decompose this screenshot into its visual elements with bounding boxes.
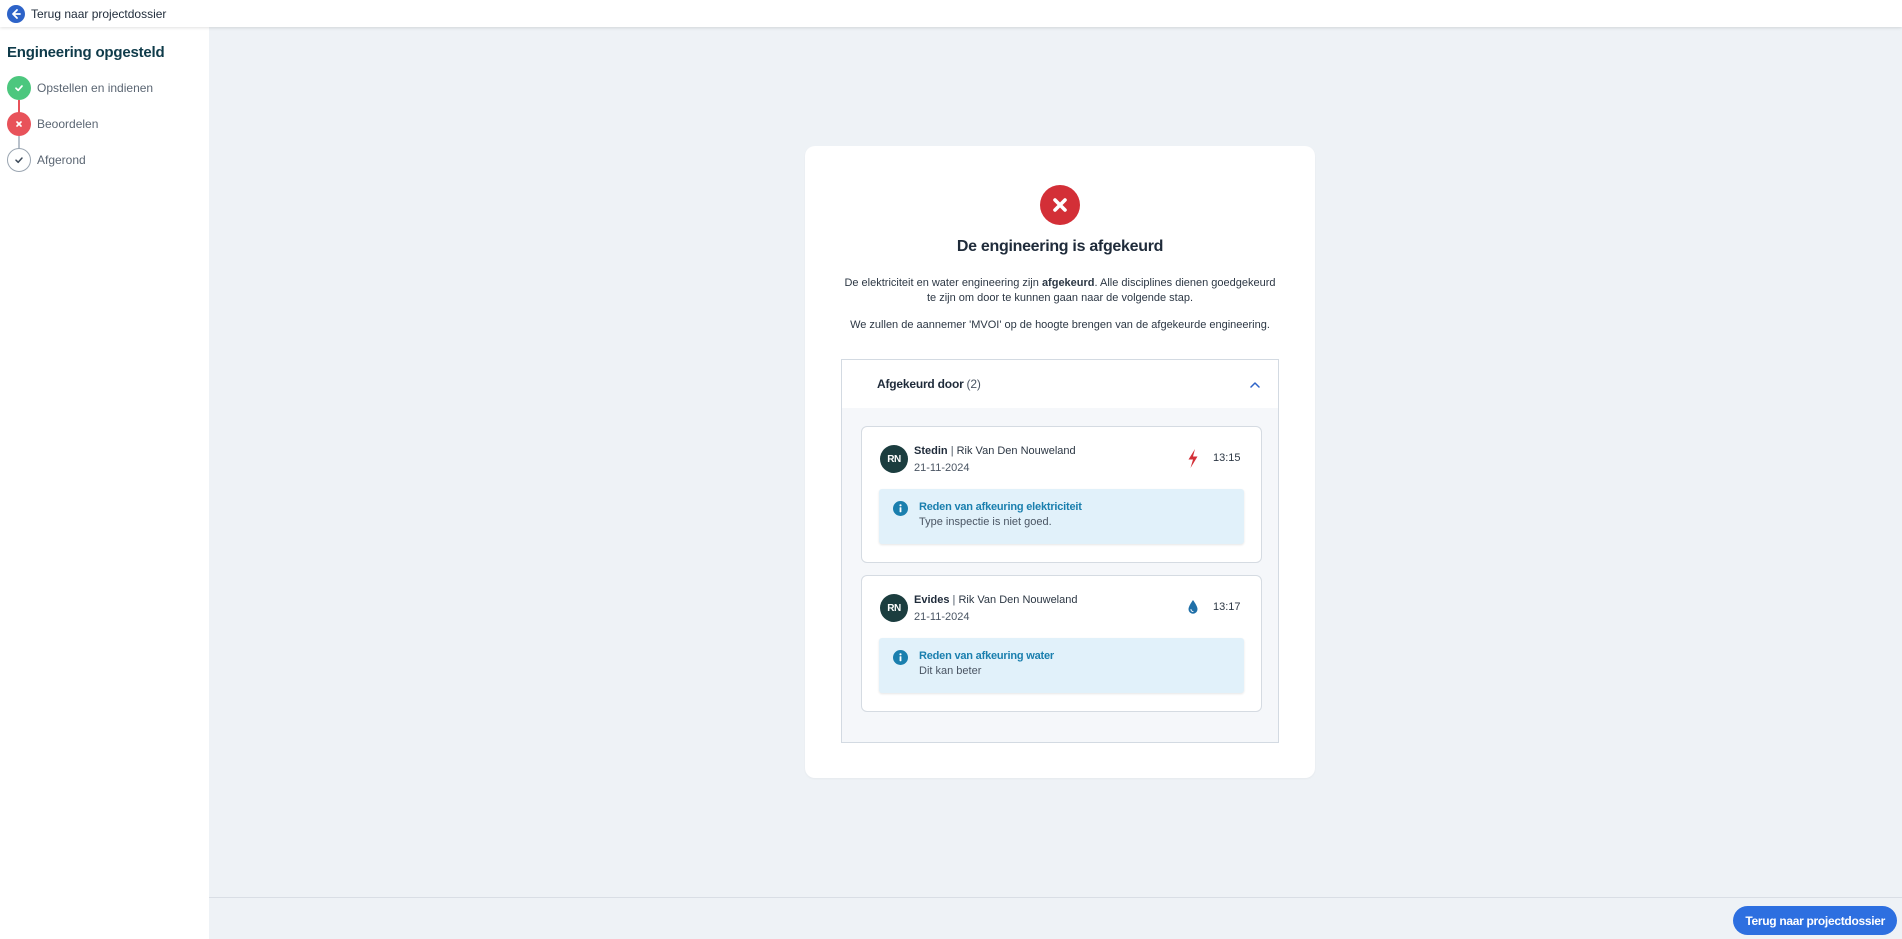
arrow-left-icon[interactable] (7, 4, 25, 23)
chevron-up-icon[interactable] (1250, 375, 1260, 393)
step-list: Opstellen en indienen Beoordelen Afgeron… (7, 70, 202, 178)
review-date: 21-11-2024 (914, 611, 970, 623)
back-link[interactable]: Terug naar projectdossier (31, 7, 166, 21)
step-opstellen: Opstellen en indienen (7, 70, 202, 106)
water-drop-icon (1186, 597, 1200, 617)
sidebar: Engineering opgesteld Opstellen en indie… (0, 27, 209, 939)
step-label: Opstellen en indienen (37, 81, 154, 95)
rejection-description: De elektriciteit en water engineering zi… (844, 277, 1276, 304)
reason-title: Reden van afkeuring water (919, 650, 1054, 662)
accordion-header[interactable]: Afgekeurd door (2) (842, 360, 1278, 408)
rejection-card: De engineering is afgekeurd De elektrici… (805, 146, 1315, 778)
reviewer-info: Stedin | Rik Van Den Nouweland (914, 445, 1076, 457)
back-to-dossier-button[interactable]: Terug naar projectdossier (1733, 906, 1897, 935)
close-icon (7, 112, 31, 136)
avatar: RN (880, 594, 908, 622)
review-time: 13:17 (1213, 601, 1241, 613)
rejection-count: (2) (966, 377, 981, 391)
footer-bar: Terug naar projectdossier (209, 897, 1902, 939)
step-afgerond: Afgerond (7, 142, 202, 178)
rejected-by-accordion: Afgekeurd door (2) RN Stedin | Rik Van De… (841, 359, 1279, 743)
reason-text: Dit kan beter (919, 665, 982, 677)
rejection-entry: RN Evides | Rik Van Den Nouweland 21-11-… (861, 575, 1262, 712)
reviewer-info: Evides | Rik Van Den Nouweland (914, 594, 1078, 606)
reason-title: Reden van afkeuring elektriciteit (919, 501, 1082, 513)
accordion-title: Afgekeurd door (2) (877, 377, 981, 391)
check-icon (7, 148, 31, 172)
page-title: De engineering is afgekeurd (956, 238, 1164, 255)
reason-text: Type inspectie is niet goed. (919, 516, 1052, 528)
x-circle-icon (1040, 185, 1080, 225)
step-label: Afgerond (37, 153, 86, 167)
top-bar: Terug naar projectdossier (0, 0, 1902, 27)
notification-note: We zullen de aannemer 'MVOI' op de hoogt… (850, 319, 1270, 331)
check-icon (7, 76, 31, 100)
step-label: Beoordelen (37, 117, 99, 131)
step-beoordelen: Beoordelen (7, 106, 202, 142)
rejection-entry: RN Stedin | Rik Van Den Nouweland 21-11-… (861, 426, 1262, 563)
lightning-icon (1186, 448, 1200, 468)
review-date: 21-11-2024 (914, 462, 970, 474)
info-icon (893, 650, 908, 665)
info-icon (893, 501, 908, 516)
avatar: RN (880, 445, 908, 473)
rejection-reason: Reden van afkeuring elektriciteit Type i… (879, 489, 1244, 544)
sidebar-title: Engineering opgesteld (7, 44, 165, 61)
review-time: 13:15 (1213, 452, 1241, 464)
rejection-reason: Reden van afkeuring water Dit kan beter (879, 638, 1244, 693)
